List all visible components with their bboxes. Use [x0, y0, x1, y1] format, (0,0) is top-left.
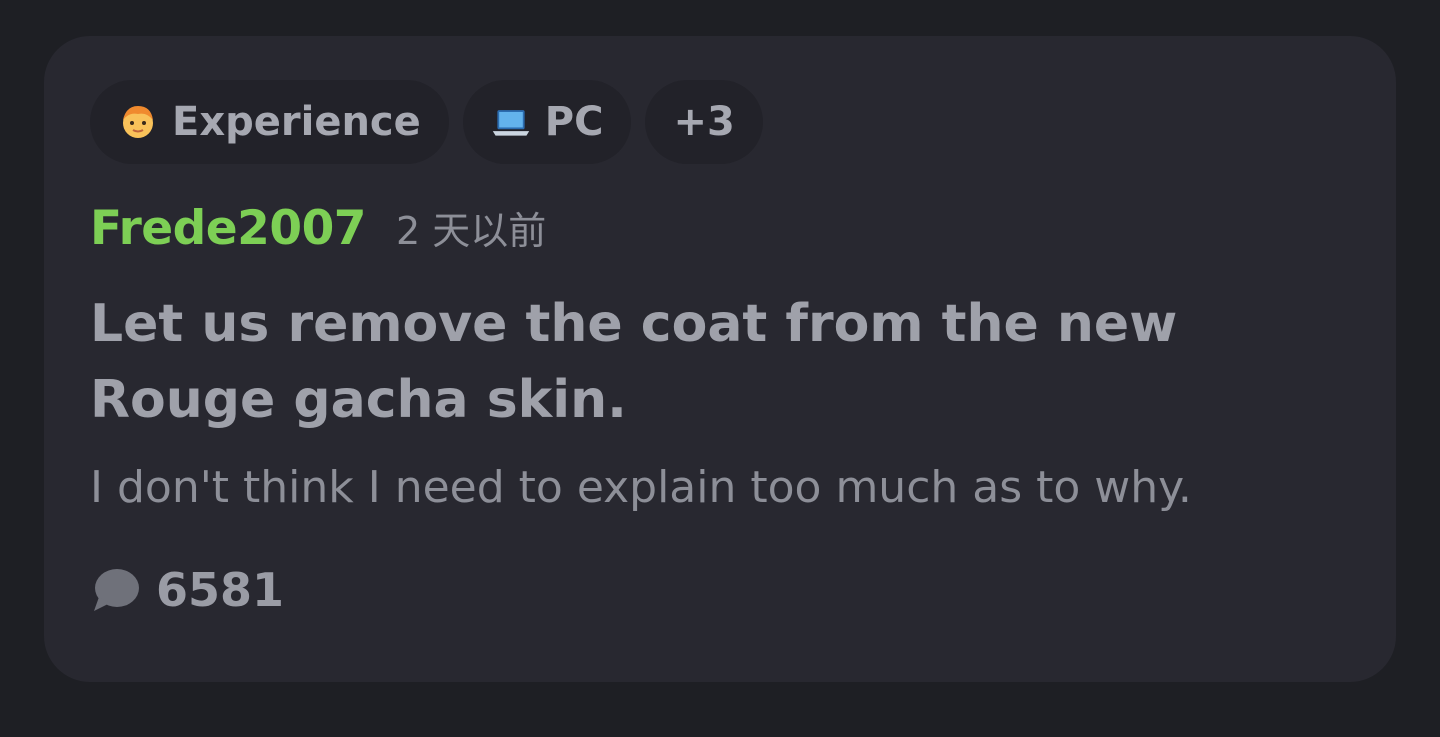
author-name[interactable]: Frede2007 [90, 201, 367, 256]
post-meta: Frede2007 2 天以前 [90, 200, 1350, 264]
tag-pc[interactable]: PC [462, 80, 632, 164]
tag-experience[interactable]: Experience [90, 80, 449, 164]
post-title[interactable]: Let us remove the coat from the new Roug… [90, 286, 1320, 438]
tag-label: PC [544, 99, 604, 145]
more-tags-label: +3 [673, 99, 735, 145]
more-tags-button[interactable]: +3 [645, 80, 763, 164]
comment-count: 6581 [156, 563, 285, 617]
speech-bubble-icon[interactable] [90, 567, 140, 613]
post-body: I don't think I need to explain too much… [90, 462, 1192, 513]
tag-label: Experience [172, 99, 421, 145]
tag-row: Experience PC +3 [90, 80, 1350, 164]
post-timestamp: 2 天以前 [396, 209, 547, 253]
person-emoji-icon [118, 102, 158, 142]
laptop-emoji-icon [491, 102, 531, 142]
post-footer: 6581 [90, 560, 1350, 620]
forum-post-card[interactable]: Experience PC +3 Frede2007 2 天以前 Let us … [44, 36, 1396, 682]
